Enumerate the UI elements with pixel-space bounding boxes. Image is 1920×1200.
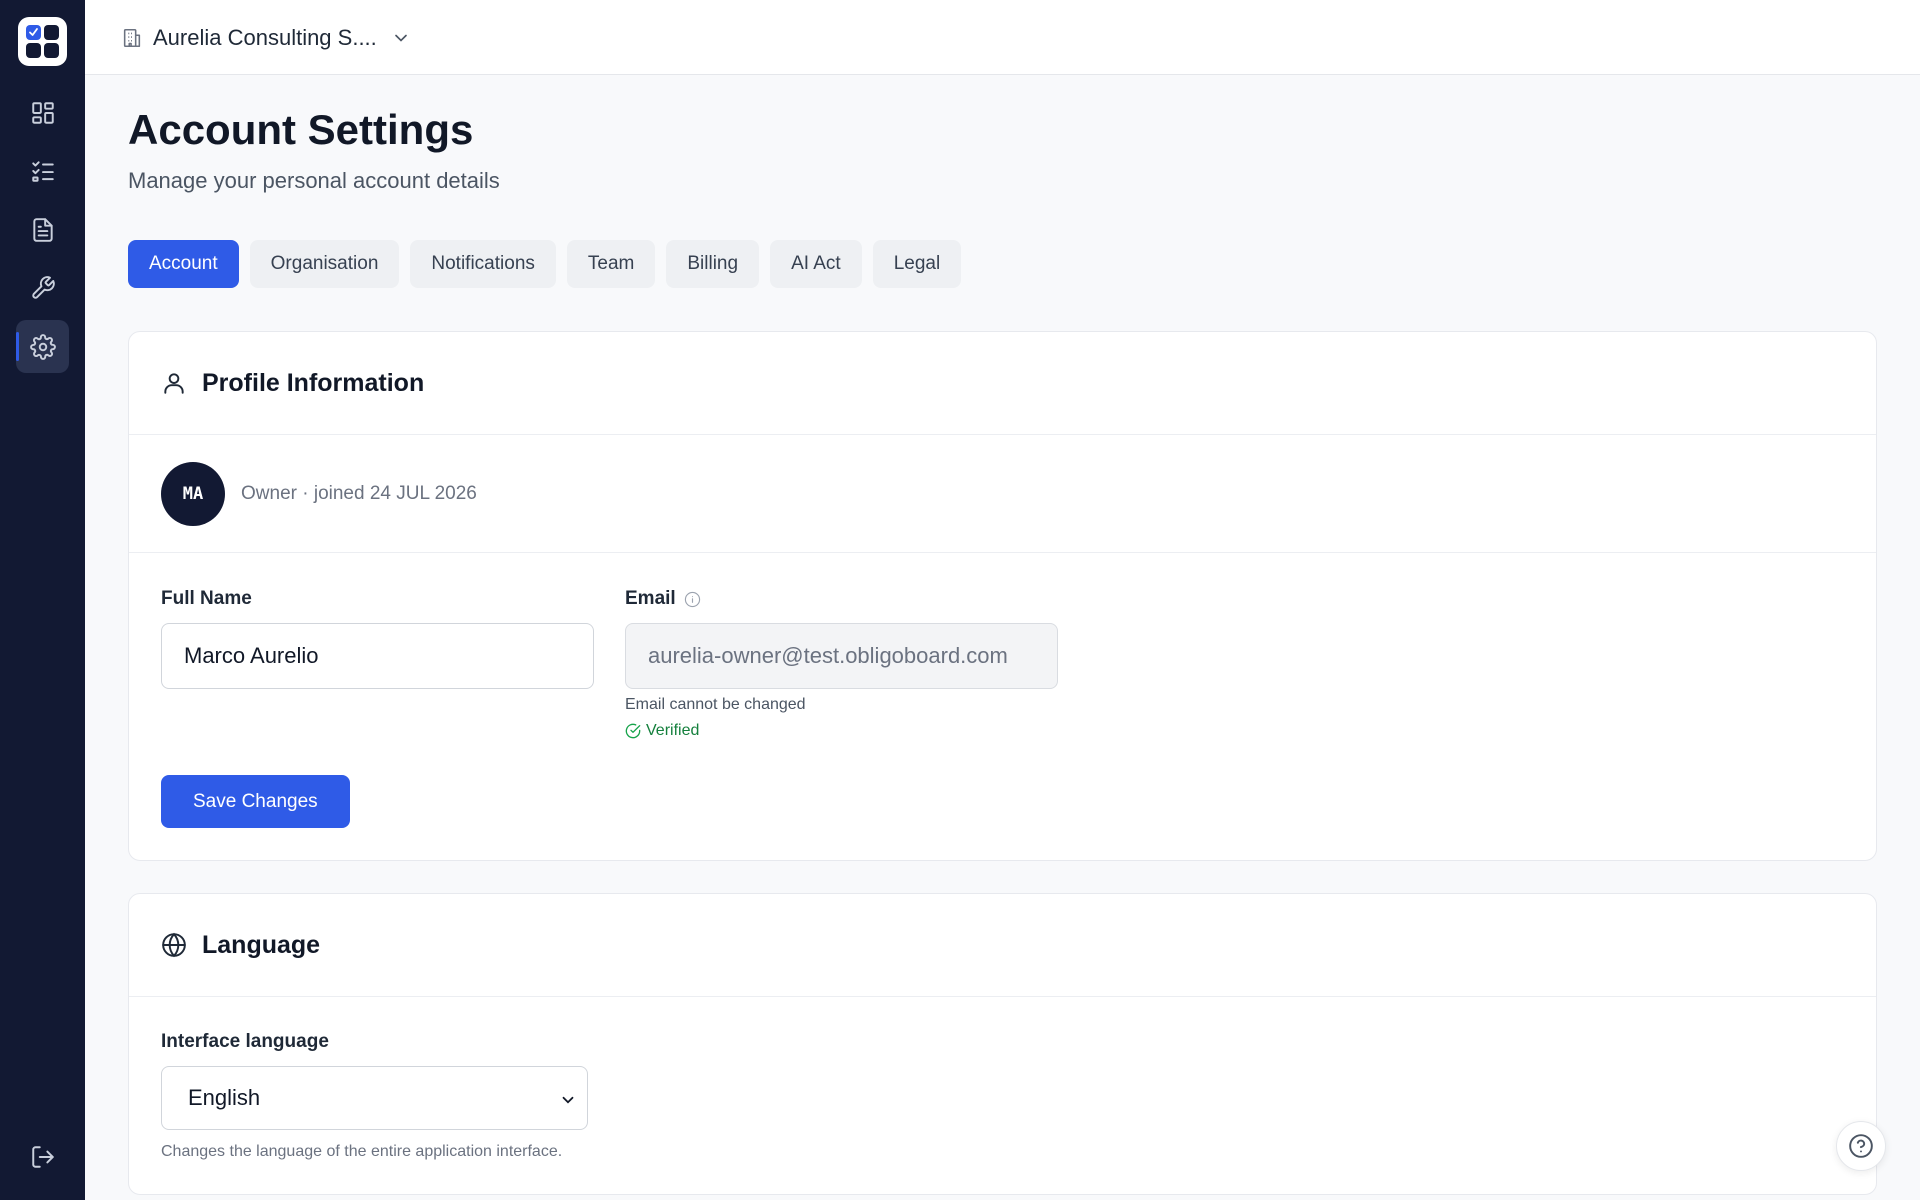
profile-card-title: Profile Information bbox=[202, 368, 425, 397]
tab-team[interactable]: Team bbox=[566, 240, 656, 288]
tab-account[interactable]: Account bbox=[128, 240, 239, 288]
document-icon bbox=[32, 217, 53, 242]
logo-tile bbox=[44, 25, 59, 40]
sidebar-item-documents[interactable] bbox=[16, 203, 69, 256]
language-card-header: Language bbox=[129, 894, 1876, 997]
info-icon[interactable] bbox=[684, 591, 701, 608]
gear-icon bbox=[29, 333, 56, 360]
tab-billing[interactable]: Billing bbox=[666, 240, 760, 288]
email-verified-status: Verified bbox=[625, 722, 699, 740]
help-icon bbox=[1849, 1134, 1873, 1158]
interface-language-hint: Changes the language of the entire appli… bbox=[161, 1143, 563, 1160]
language-card: Language Interface language English Chan… bbox=[128, 893, 1877, 1195]
avatar: MA bbox=[161, 461, 225, 526]
chevron-down-icon bbox=[559, 1089, 577, 1107]
check-icon bbox=[29, 28, 38, 36]
app-logo[interactable] bbox=[18, 17, 67, 66]
full-name-label: Full Name bbox=[161, 588, 252, 609]
building-icon bbox=[121, 27, 143, 49]
profile-card: Profile Information MA Owner · joined 24… bbox=[128, 331, 1877, 861]
profile-card-header: Profile Information bbox=[129, 332, 1876, 435]
email-hint: Email cannot be changed bbox=[625, 696, 806, 713]
tab-organisation[interactable]: Organisation bbox=[249, 240, 400, 288]
check-circle-icon bbox=[625, 723, 641, 739]
top-bar: Aurelia Consulting S.... bbox=[85, 0, 1920, 75]
selected-language: English bbox=[188, 1085, 261, 1110]
organisation-name: Aurelia Consulting S.... bbox=[153, 25, 377, 50]
sidebar-item-settings[interactable] bbox=[16, 320, 69, 373]
globe-icon bbox=[161, 932, 187, 958]
logout-icon bbox=[31, 1145, 54, 1168]
sidebar-item-dashboard[interactable] bbox=[16, 86, 69, 139]
sidebar bbox=[0, 0, 85, 1200]
logo-tile bbox=[26, 43, 41, 58]
grid-icon bbox=[31, 101, 54, 124]
logout-button[interactable] bbox=[16, 1130, 69, 1183]
sidebar-item-tools[interactable] bbox=[16, 261, 69, 314]
language-card-title: Language bbox=[202, 930, 321, 959]
wrench-icon bbox=[31, 275, 55, 299]
profile-meta: Owner · joined 24 JUL 2026 bbox=[241, 482, 477, 504]
settings-tabs: Account Organisation Notifications Team … bbox=[128, 240, 962, 288]
checklist-icon bbox=[31, 160, 54, 182]
verified-label: Verified bbox=[646, 722, 700, 739]
tab-notifications[interactable]: Notifications bbox=[410, 240, 556, 288]
full-name-input[interactable] bbox=[161, 623, 594, 689]
tab-ai-act[interactable]: AI Act bbox=[770, 240, 862, 288]
user-icon bbox=[161, 370, 187, 396]
chevron-down-icon bbox=[391, 28, 411, 48]
save-changes-button[interactable]: Save Changes bbox=[161, 775, 350, 828]
logo-tile bbox=[44, 43, 59, 58]
help-button[interactable] bbox=[1836, 1121, 1886, 1171]
organisation-switcher[interactable]: Aurelia Consulting S.... bbox=[121, 22, 411, 54]
page-subtitle: Manage your personal account details bbox=[128, 168, 500, 193]
interface-language-select[interactable]: English bbox=[161, 1066, 588, 1130]
profile-summary: MA Owner · joined 24 JUL 2026 bbox=[129, 435, 1876, 553]
tab-legal[interactable]: Legal bbox=[872, 240, 962, 288]
email-input bbox=[625, 623, 1058, 689]
interface-language-label: Interface language bbox=[161, 1031, 329, 1052]
email-label: Email bbox=[625, 588, 676, 609]
page-title: Account Settings bbox=[128, 106, 474, 153]
sidebar-item-tasks[interactable] bbox=[16, 144, 69, 197]
